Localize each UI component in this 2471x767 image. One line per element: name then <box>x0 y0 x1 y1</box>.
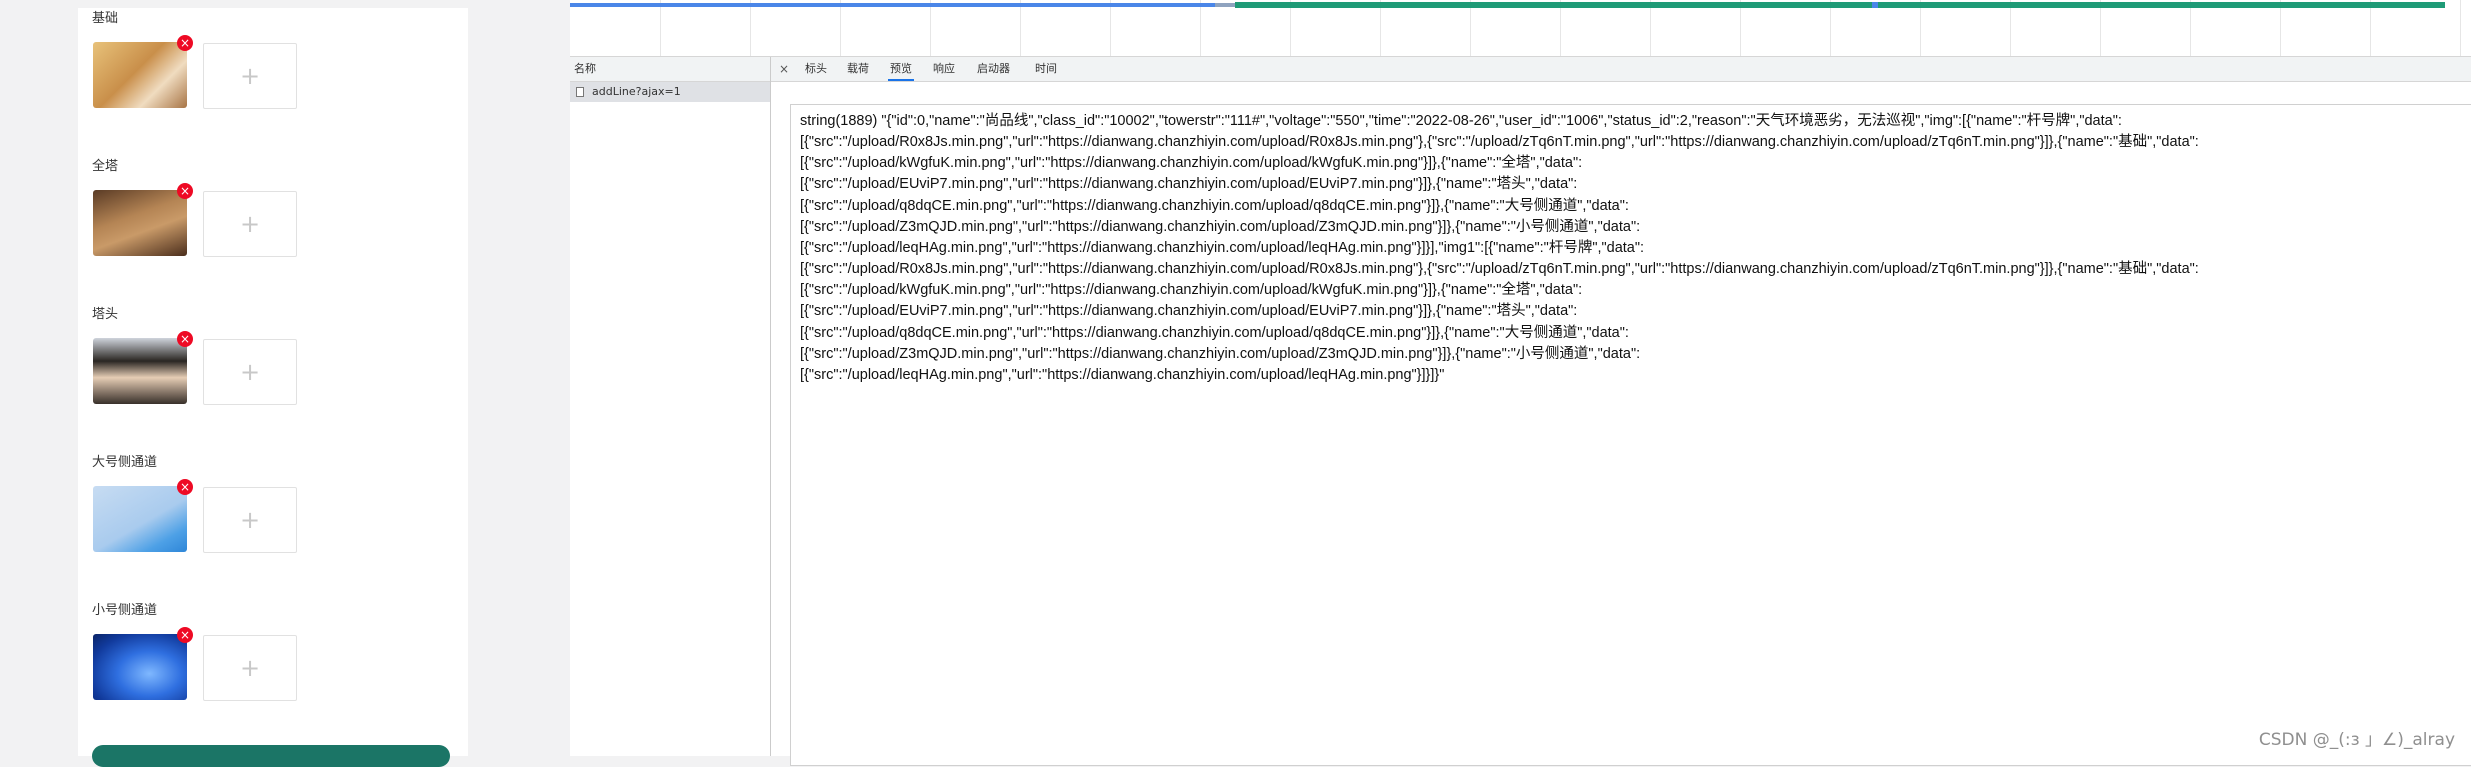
tab-response[interactable]: 响应 <box>931 57 957 81</box>
timeline-bar-end <box>1872 2 1878 8</box>
tab-payload[interactable]: 载荷 <box>845 57 871 81</box>
response-line: [{"src":"/upload/R0x8Js.min.png","url":"… <box>800 134 2199 151</box>
timeline-gridline <box>1830 0 1831 56</box>
form-top-gap <box>78 0 468 8</box>
add-photo-button-large-side-channel[interactable]: + <box>203 487 297 553</box>
delete-icon[interactable]: × <box>177 627 193 643</box>
uploaded-photo-full-tower[interactable]: × <box>93 183 193 256</box>
response-line: [{"src":"/upload/leqHAg.min.png","url":"… <box>800 239 1645 256</box>
timeline-gridline <box>660 0 661 56</box>
delete-icon[interactable]: × <box>177 183 193 199</box>
response-line: [{"src":"/upload/Z3mQJD.min.png","url":"… <box>800 218 1641 235</box>
request-row[interactable]: addLine?ajax=1 <box>570 82 770 102</box>
response-line: [{"src":"/upload/EUviP7.min.png","url":"… <box>800 303 1578 320</box>
uploaded-photo-large-side-channel[interactable]: × <box>93 479 193 552</box>
uploaded-photo-small-side-channel[interactable]: × <box>93 627 193 700</box>
timeline-gridline <box>1470 0 1471 56</box>
add-photo-button-small-side-channel[interactable]: + <box>203 635 297 701</box>
timeline-gridline <box>1290 0 1291 56</box>
name-column-header[interactable]: 名称 <box>570 57 770 82</box>
timeline-gridline <box>1380 0 1381 56</box>
request-name: addLine?ajax=1 <box>592 85 681 98</box>
timeline-gridline <box>2100 0 2101 56</box>
timeline-gridline <box>1020 0 1021 56</box>
submit-button[interactable] <box>92 745 450 767</box>
timeline-gridline <box>2460 0 2461 56</box>
response-line: [{"src":"/upload/leqHAg.min.png","url":"… <box>800 366 1445 383</box>
request-detail-panel: × 标头 载荷 预览 响应 启动器 时间 string(1889) "{"id"… <box>771 57 2471 766</box>
section-label-small-side-channel: 小号侧通道 <box>92 603 158 618</box>
section-label-full-tower: 全塔 <box>92 159 119 174</box>
section-label-foundation: 基础 <box>92 11 119 26</box>
delete-icon[interactable]: × <box>177 479 193 495</box>
timeline-gridline <box>1200 0 1201 56</box>
timeline-gridline <box>1920 0 1921 56</box>
timeline-gridline <box>2370 0 2371 56</box>
response-line: [{"src":"/upload/R0x8Js.min.png","url":"… <box>800 261 2199 278</box>
uploaded-photo-tower-head[interactable]: × <box>93 331 193 404</box>
response-line: [{"src":"/upload/Z3mQJD.min.png","url":"… <box>800 345 1641 362</box>
timeline-bar-queue <box>1215 3 1235 7</box>
response-line: [{"src":"/upload/EUviP7.min.png","url":"… <box>800 176 1578 193</box>
tab-timing[interactable]: 时间 <box>1033 57 1059 81</box>
timeline-gridline <box>1560 0 1561 56</box>
add-photo-button-full-tower[interactable]: + <box>203 191 297 257</box>
delete-icon[interactable]: × <box>177 331 193 347</box>
response-line: [{"src":"/upload/kWgfuK.min.png","url":"… <box>800 282 1583 299</box>
response-body: string(1889) "{"id":0,"name":"尚品线","clas… <box>800 111 2470 386</box>
timeline-gridline <box>2190 0 2191 56</box>
section-label-large-side-channel: 大号侧通道 <box>92 455 158 470</box>
tab-preview[interactable]: 预览 <box>888 57 914 81</box>
timeline-gridline <box>930 0 931 56</box>
response-line: [{"src":"/upload/q8dqCE.min.png","url":"… <box>800 324 1629 341</box>
response-line: [{"src":"/upload/q8dqCE.min.png","url":"… <box>800 197 1629 214</box>
response-line: string(1889) "{"id":0,"name":"尚品线","clas… <box>800 113 2122 129</box>
request-list-panel: 名称 addLine?ajax=1 <box>570 57 771 756</box>
tab-initiator[interactable]: 启动器 <box>975 57 1012 81</box>
close-icon[interactable]: × <box>779 57 789 81</box>
timeline-gridline <box>1110 0 1111 56</box>
timeline-gridline <box>1650 0 1651 56</box>
upload-form: 基础 × + 全塔 × + 塔头 × + 大号侧通道 × + 小号侧通道 × + <box>78 0 468 767</box>
timeline-gridline <box>750 0 751 56</box>
document-icon <box>576 87 584 97</box>
timeline-gridline <box>840 0 841 56</box>
tab-headers[interactable]: 标头 <box>803 57 829 81</box>
response-line: [{"src":"/upload/kWgfuK.min.png","url":"… <box>800 155 1583 172</box>
section-label-tower-head: 塔头 <box>92 307 119 322</box>
response-preview[interactable]: string(1889) "{"id":0,"name":"尚品线","clas… <box>790 104 2471 766</box>
timeline-gridline <box>2280 0 2281 56</box>
add-photo-button-tower-head[interactable]: + <box>203 339 297 405</box>
delete-icon[interactable]: × <box>177 35 193 51</box>
add-photo-button-foundation[interactable]: + <box>203 43 297 109</box>
timeline-gridline <box>1740 0 1741 56</box>
timeline-bar-download <box>1235 2 2445 8</box>
uploaded-photo-foundation[interactable]: × <box>93 35 193 108</box>
timeline-gridline <box>2010 0 2011 56</box>
detail-tabs: × 标头 载荷 预览 响应 启动器 时间 <box>771 57 2471 82</box>
network-timeline[interactable] <box>570 0 2471 57</box>
watermark: CSDN @_(:з 」∠)_alray <box>2258 730 2455 750</box>
timeline-bar-waiting <box>570 3 1215 7</box>
